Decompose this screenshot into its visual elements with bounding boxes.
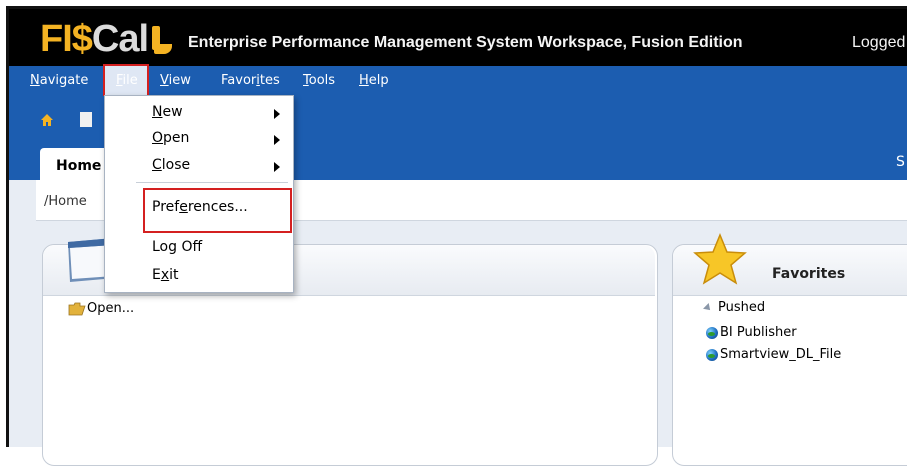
menu-view[interactable]: View [160,73,191,88]
menu-navigate[interactable]: Navigate [30,73,88,88]
favorites-title: Favorites [772,266,846,282]
preferences-highlight [143,188,292,233]
collapse-triangle-icon[interactable] [703,302,713,313]
favorites-item-label: BI Publisher [720,325,797,340]
favorites-item-smartview-dl-file[interactable]: Smartview_DL_File [706,347,841,362]
home-icon[interactable] [40,113,54,127]
tab-strip-right-label: S [896,154,905,170]
favorites-item-pushed[interactable]: Pushed [703,300,766,315]
document-icon[interactable] [80,112,92,127]
logged-in-label: Logged [852,34,906,51]
favorites-item-label: Smartview_DL_File [720,347,842,362]
file-menu-item-new[interactable]: New [152,104,183,120]
open-link[interactable]: Open... [68,301,134,316]
globe-icon [706,326,718,339]
favorites-item-bi-publisher[interactable]: BI Publisher [706,325,797,340]
file-menu-item-log-off[interactable]: Log Off [152,239,202,255]
folder-open-icon [68,302,86,315]
menu-favorites[interactable]: Favorites [221,73,280,88]
submenu-arrow-icon [274,109,280,119]
file-menu-item-exit[interactable]: Exit [152,267,179,283]
tab-home-label: Home [56,158,102,174]
menu-tools[interactable]: Tools [303,73,335,88]
menu-file[interactable]: File [116,73,138,88]
star-icon [693,233,747,285]
file-menu-separator [136,182,288,183]
globe-icon [706,348,718,361]
logo-bear-icon [150,22,173,56]
submenu-arrow-icon [274,135,280,145]
open-link-label: Open... [87,301,135,316]
menu-help[interactable]: Help [359,73,389,88]
favorites-item-label: Pushed [718,300,766,315]
logo-prefix: FI$ [40,17,93,60]
breadcrumb[interactable]: /Home [44,194,87,209]
file-menu-item-close[interactable]: Close [152,157,190,173]
app-title: Enterprise Performance Management System… [188,34,743,51]
fiscal-logo: FI$ Cal [40,14,173,64]
logo-suffix: Cal [91,17,149,60]
submenu-arrow-icon [274,162,280,172]
file-menu-item-open[interactable]: Open [152,130,189,146]
